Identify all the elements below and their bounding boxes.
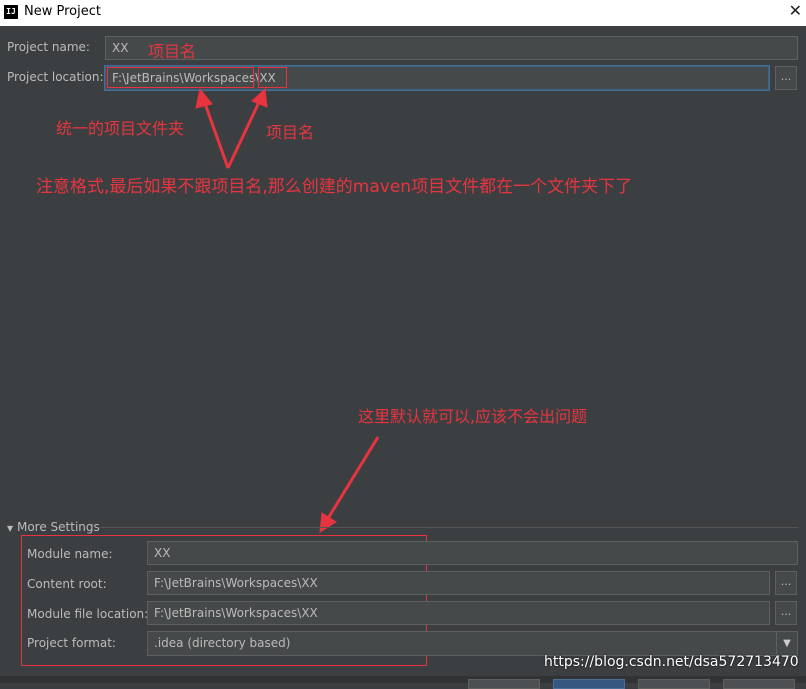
more-settings-divider — [98, 527, 798, 528]
finish-button[interactable] — [553, 679, 625, 689]
dropdown-arrow-icon[interactable]: ▼ — [776, 632, 797, 655]
content-root-input[interactable]: F:\JetBrains\Workspaces\XX — [147, 571, 770, 595]
annotation-project-name-note: 项目名 — [266, 123, 315, 142]
content-root-label: Content root: — [27, 577, 107, 591]
watermark: https://blog.csdn.net/dsa572713470 — [544, 654, 799, 670]
more-settings-label: More Settings — [16, 520, 100, 534]
annotation-format-note: 注意格式,最后如果不跟项目名,那么创建的maven项目文件都在一个文件夹下了 — [36, 177, 633, 197]
collapse-triangle-icon: ▼ — [7, 524, 14, 533]
arrowhead-project-folder — [251, 87, 268, 108]
annotation-unified-folder: 统一的项目文件夹 — [56, 119, 185, 138]
arrow-to-workspace-path — [201, 97, 230, 169]
arrowhead-workspace-path — [195, 87, 213, 109]
help-button[interactable] — [723, 679, 795, 689]
previous-button[interactable] — [468, 679, 540, 689]
module-file-location-browse-button[interactable]: ... — [775, 601, 797, 625]
more-settings-toggle[interactable]: ▼ More Settings — [7, 520, 100, 534]
project-format-select[interactable]: .idea (directory based) ▼ — [147, 631, 798, 656]
project-format-label: Project format: — [27, 636, 116, 650]
arrow-to-project-folder — [226, 99, 262, 169]
module-file-location-input[interactable]: F:\JetBrains\Workspaces\XX — [147, 601, 770, 625]
content-root-browse-button[interactable]: ... — [775, 571, 797, 595]
arrow-to-more-settings — [325, 436, 380, 521]
module-name-input[interactable]: XX — [147, 541, 798, 565]
annotation-defaults-note: 这里默认就可以,应该不会出问题 — [358, 407, 588, 426]
project-format-value: .idea (directory based) — [154, 636, 291, 650]
module-name-label: Module name: — [27, 547, 113, 561]
cancel-button[interactable] — [638, 679, 710, 689]
module-file-location-label: Module file location: — [27, 607, 149, 621]
